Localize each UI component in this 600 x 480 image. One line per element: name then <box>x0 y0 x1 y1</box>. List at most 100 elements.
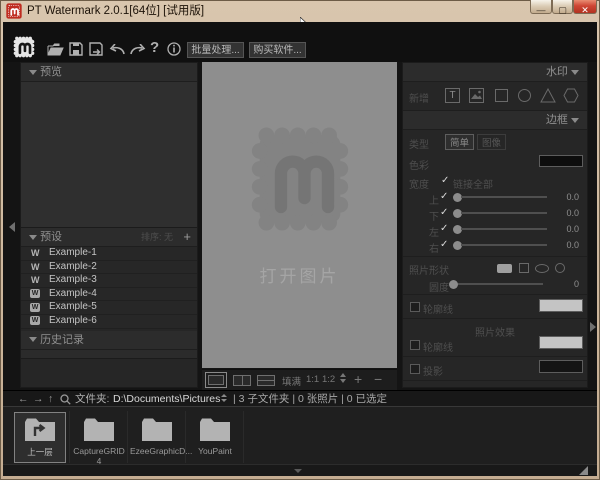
border-color-swatch[interactable] <box>539 155 583 167</box>
presets-sort-selector[interactable]: 排序: 无 <box>141 228 173 246</box>
roundness-knob[interactable] <box>449 280 458 289</box>
presets-header-label: 预设 <box>40 231 62 243</box>
add-polygon-watermark-button[interactable] <box>563 88 579 103</box>
app-logo-stamp-icon <box>12 35 36 59</box>
slider-right-checkbox[interactable]: ✓ <box>440 239 448 250</box>
split-vertical-view-button[interactable] <box>233 375 251 386</box>
add-square-watermark-button[interactable] <box>495 89 508 102</box>
zoom-stepper-icon[interactable] <box>340 373 346 383</box>
type-simple-button[interactable]: 简单 <box>445 134 474 150</box>
back-arrow-icon[interactable]: ← <box>18 391 29 407</box>
shadow-checkbox[interactable] <box>410 364 420 374</box>
preset-item[interactable]: W Example-6 <box>21 315 197 329</box>
batch-process-button[interactable]: 批量处理... <box>187 42 244 58</box>
current-folder-path[interactable]: D:\Documents\Pictures <box>113 391 220 407</box>
filmstrip-item-folder[interactable]: EzeeGraphicD... <box>130 412 184 463</box>
type-image-button[interactable]: 图像 <box>477 134 506 150</box>
minimize-button[interactable]: — <box>530 0 552 14</box>
up-folder-icon[interactable]: ↑ <box>48 391 53 407</box>
watermark-header-label: 水印 <box>546 66 568 78</box>
search-icon[interactable] <box>60 394 71 405</box>
effect-outline-color-swatch[interactable] <box>539 336 583 349</box>
app-window: PT Watermark 2.0.1[64位] [试用版] — ▢ ✕ <box>0 0 600 480</box>
shape-circle-button[interactable] <box>555 263 565 273</box>
shape-rounded-rect-button[interactable] <box>497 264 512 273</box>
open-image-label[interactable]: 打开图片 <box>202 262 397 287</box>
path-stepper-icon[interactable] <box>221 394 227 402</box>
border-header-label: 边框 <box>546 114 568 126</box>
filmstrip-item-folder[interactable]: CaptureGRID 4 <box>72 412 126 463</box>
divider <box>127 411 128 463</box>
filmstrip-collapse-handle[interactable] <box>294 469 302 473</box>
watermark-stamp-icon: W <box>30 289 40 298</box>
add-text-watermark-button[interactable]: T <box>445 88 460 103</box>
photo-shape-label: 照片形状 <box>409 262 449 277</box>
slider-bottom-value: 0.0 <box>553 208 579 218</box>
slider-bottom-checkbox[interactable]: ✓ <box>440 207 448 218</box>
zoom-1-2-button[interactable]: 1:2 <box>322 374 335 385</box>
chevron-down-icon <box>571 118 579 123</box>
undo-icon[interactable] <box>109 44 125 55</box>
preset-label: Example-4 <box>49 288 97 301</box>
slider-bottom-track[interactable] <box>461 212 547 214</box>
save-as-icon[interactable] <box>89 42 103 56</box>
roundness-track[interactable] <box>458 283 543 285</box>
add-circle-watermark-button[interactable] <box>518 89 531 102</box>
history-section-header[interactable]: 历史记录 <box>21 331 197 350</box>
slider-top-checkbox[interactable]: ✓ <box>440 191 448 202</box>
zoom-out-button[interactable]: − <box>374 371 382 387</box>
zoom-in-button[interactable]: + <box>354 371 362 387</box>
preset-item[interactable]: W Example-2 <box>21 261 197 275</box>
preset-item[interactable]: W Example-4 <box>21 288 197 302</box>
app-icon <box>6 3 22 19</box>
filmstrip-item-label: YouPaint <box>188 446 242 456</box>
save-icon[interactable] <box>69 42 83 56</box>
border-section-header[interactable]: 边框 <box>403 111 587 130</box>
add-preset-button[interactable]: + <box>183 228 191 246</box>
maximize-icon: ▢ <box>558 5 567 15</box>
fit-zoom-button[interactable]: 填满 <box>282 374 301 388</box>
shape-square-button[interactable] <box>519 263 529 273</box>
preset-item[interactable]: W Example-5 <box>21 301 197 315</box>
outline-checkbox[interactable] <box>410 302 420 312</box>
filmstrip-footer <box>3 464 597 476</box>
add-triangle-watermark-button[interactable] <box>540 88 556 103</box>
redo-icon[interactable] <box>130 44 146 55</box>
divider <box>69 411 70 463</box>
watermark-section-header[interactable]: 水印 <box>403 63 587 82</box>
add-image-watermark-button[interactable] <box>469 88 484 103</box>
preset-item[interactable]: W Example-3 <box>21 274 197 288</box>
effect-outline-checkbox[interactable] <box>410 340 420 350</box>
left-panel-collapse-arrow[interactable] <box>9 222 15 232</box>
preview-section-header[interactable]: 预览 <box>21 63 197 82</box>
forward-arrow-icon[interactable]: → <box>33 391 44 407</box>
slider-left-checkbox[interactable]: ✓ <box>440 223 448 234</box>
close-button[interactable]: ✕ <box>573 0 597 14</box>
slider-left-track[interactable] <box>461 228 547 230</box>
split-horizontal-view-button[interactable] <box>257 375 275 386</box>
link-all-checkbox[interactable]: ✓ <box>441 175 449 186</box>
outline-color-swatch[interactable] <box>539 299 583 312</box>
shadow-color-swatch[interactable] <box>539 360 583 373</box>
main-toolbar: ? 批量处理... 购买软件... <box>3 22 597 62</box>
filmstrip-item-up[interactable]: 上一层 <box>14 412 66 463</box>
slider-top-track[interactable] <box>461 196 547 198</box>
slider-right-track[interactable] <box>461 244 547 246</box>
help-icon[interactable]: ? <box>150 39 159 56</box>
divider <box>243 411 244 463</box>
image-canvas[interactable]: 打开图片 <box>202 62 397 368</box>
presets-section-header[interactable]: 预设 排序: 无 + <box>21 228 197 247</box>
buy-software-button[interactable]: 购买软件... <box>249 42 306 58</box>
minimize-icon: — <box>537 5 546 15</box>
single-view-button[interactable] <box>205 372 227 388</box>
shape-ellipse-button[interactable] <box>535 264 549 273</box>
preset-item[interactable]: W Example-1 <box>21 247 197 261</box>
open-folder-icon[interactable] <box>47 43 64 56</box>
zoom-1-1-button[interactable]: 1:1 <box>306 374 319 385</box>
window-resize-grip[interactable] <box>579 466 588 475</box>
right-panel-collapse-arrow[interactable] <box>590 322 596 332</box>
maximize-button[interactable]: ▢ <box>552 0 573 14</box>
slider-right-value: 0.0 <box>553 240 579 250</box>
filmstrip-item-folder[interactable]: YouPaint <box>188 412 242 463</box>
info-icon[interactable] <box>167 42 181 56</box>
